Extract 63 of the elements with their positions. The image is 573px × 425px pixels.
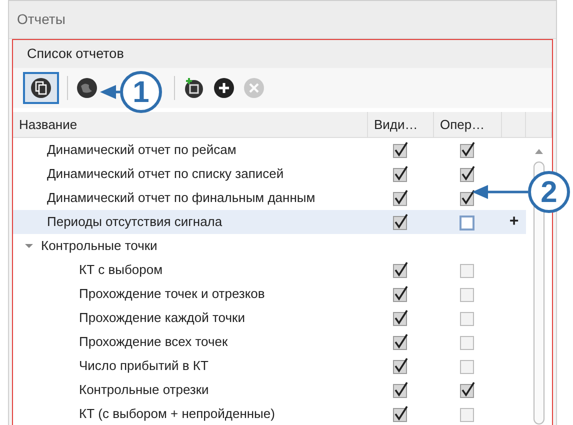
table-row[interactable]: Прохождение точек и отрезков	[13, 282, 526, 306]
table-row[interactable]: КТ (с выбором + непройденные)	[13, 402, 526, 425]
report-name: Периоды отсутствия сигнала	[47, 213, 222, 232]
table-row[interactable]: КТ с выбором	[13, 258, 526, 282]
checkbox[interactable]	[392, 165, 410, 183]
remove-icon	[243, 77, 265, 99]
column-header[interactable]: Види…	[368, 112, 434, 137]
checkbox[interactable]	[392, 213, 410, 231]
add-copy-icon	[183, 77, 205, 99]
checkbox[interactable]	[459, 165, 477, 183]
checkbox[interactable]	[459, 213, 477, 231]
globe-icon	[76, 77, 98, 99]
window-title: Отчеты	[17, 10, 66, 29]
checkbox[interactable]	[459, 381, 477, 399]
checkbox[interactable]	[459, 141, 477, 159]
checkbox[interactable]	[459, 357, 477, 375]
table-row[interactable]: Число прибытий в КТ	[13, 354, 526, 378]
callout-number: 2	[528, 171, 570, 213]
report-name: Динамический отчет по рейсам	[47, 141, 236, 160]
report-name: Контрольные точки	[41, 237, 158, 256]
table-row[interactable]: Динамический отчет по рейсам	[13, 138, 526, 162]
toolbar-button[interactable]	[23, 72, 59, 104]
report-name: Контрольные отрезки	[79, 381, 209, 400]
table-row[interactable]: Контрольные отрезки	[13, 378, 526, 402]
table-row[interactable]: Периоды отсутствия сигнала +	[13, 210, 526, 234]
checkbox[interactable]	[392, 309, 410, 327]
table-row[interactable]: Прохождение всех точек	[13, 330, 526, 354]
report-name: Динамический отчет по финальным данным	[47, 189, 316, 208]
checkbox[interactable]	[392, 405, 410, 423]
checkbox[interactable]	[392, 141, 410, 159]
report-name: КТ с выбором	[79, 261, 163, 280]
plus-icon	[213, 77, 235, 99]
report-name: Число прибытий в КТ	[79, 357, 208, 376]
table-row[interactable]: Динамический отчет по финальным данным	[13, 186, 526, 210]
callout-arrow	[472, 184, 528, 200]
checkbox[interactable]	[459, 309, 477, 327]
table-row[interactable]: Прохождение каждой точки	[13, 306, 526, 330]
checkbox[interactable]	[459, 333, 477, 351]
checkbox[interactable]	[392, 261, 410, 279]
checkbox[interactable]	[459, 405, 477, 423]
checkbox[interactable]	[392, 189, 410, 207]
table-row[interactable]: Динамический отчет по списку записей	[13, 162, 526, 186]
toolbar-button[interactable]	[76, 77, 98, 99]
callout-arrow	[100, 84, 120, 100]
checkbox[interactable]	[459, 261, 477, 279]
toolbar-button[interactable]	[213, 77, 235, 99]
checkbox[interactable]	[459, 189, 477, 207]
copy-icon	[30, 77, 52, 99]
checkbox[interactable]	[459, 285, 477, 303]
report-name: Динамический отчет по списку записей	[47, 165, 284, 184]
report-name: Прохождение точек и отрезков	[79, 285, 265, 304]
checkbox[interactable]	[392, 381, 410, 399]
report-name: КТ (с выбором + непройденные)	[79, 405, 275, 424]
checkbox[interactable]	[392, 285, 410, 303]
panel-title: Список отчетов	[27, 44, 124, 63]
column-header[interactable]: Опер…	[434, 112, 502, 137]
toolbar-button[interactable]	[183, 77, 205, 99]
report-name: Прохождение всех точек	[79, 333, 228, 352]
table-row[interactable]: Контрольные точки	[13, 234, 526, 258]
report-name: Прохождение каждой точки	[79, 309, 245, 328]
checkbox[interactable]	[392, 357, 410, 375]
add-button[interactable]: +	[509, 210, 519, 234]
checkbox[interactable]	[392, 333, 410, 351]
